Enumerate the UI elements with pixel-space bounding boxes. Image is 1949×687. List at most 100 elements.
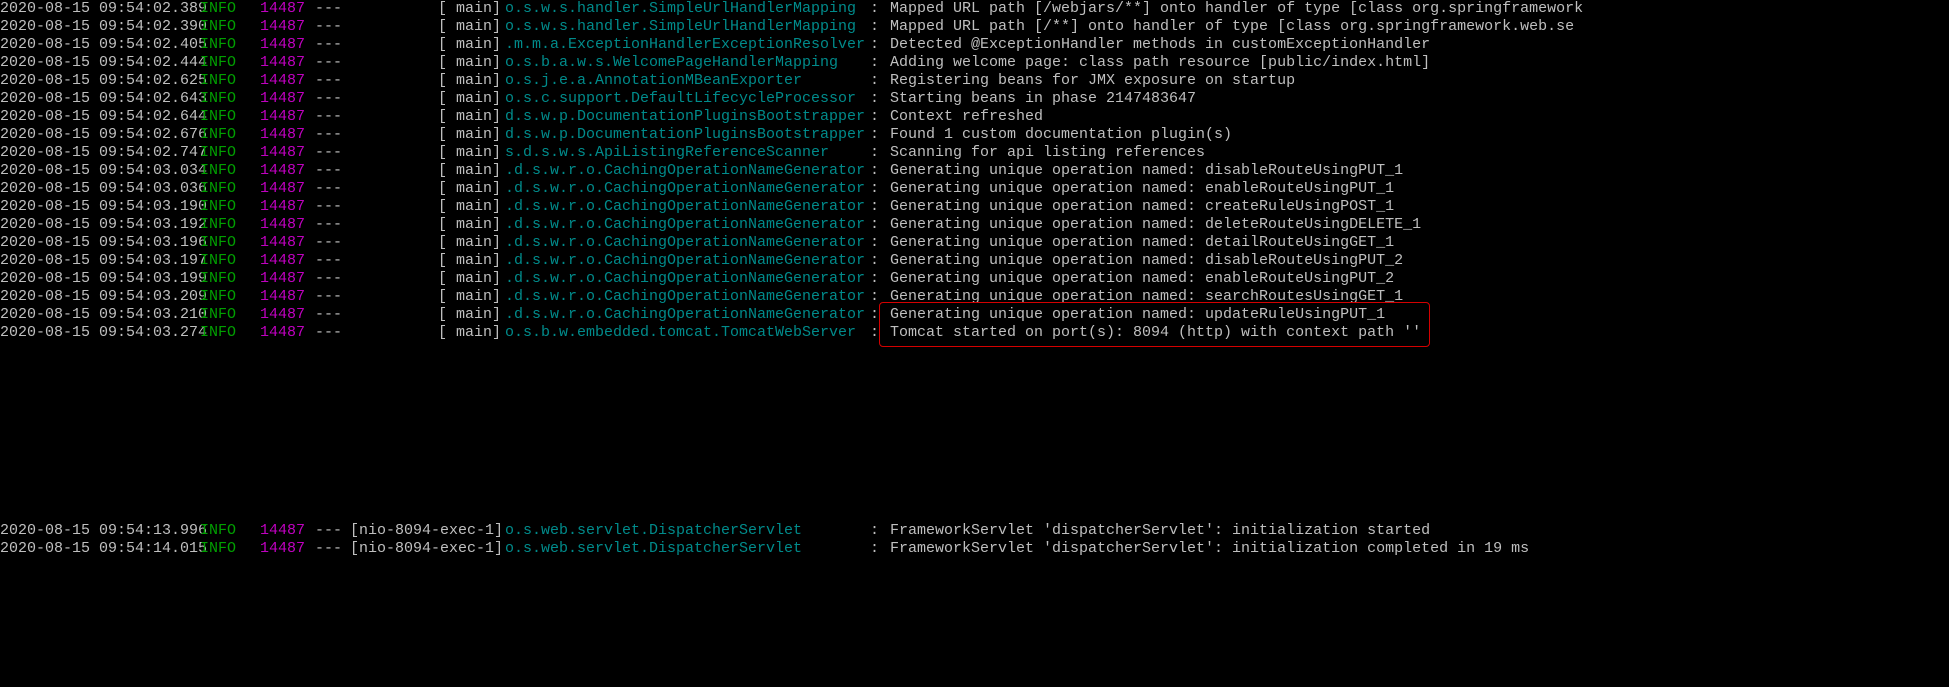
log-timestamp: 2020-08-15 09:54:02.747 xyxy=(0,144,200,162)
log-class: o.s.w.s.handler.SimpleUrlHandlerMapping xyxy=(505,18,870,36)
log-sep: --- xyxy=(315,108,350,126)
log-class: .d.s.w.r.o.CachingOperationNameGenerator xyxy=(505,180,870,198)
log-timestamp: 2020-08-15 09:54:02.625 xyxy=(0,72,200,90)
log-sep: --- xyxy=(315,252,350,270)
log-level: INFO xyxy=(200,306,260,324)
log-message: Scanning for api listing references xyxy=(890,144,1949,162)
log-line: 2020-08-15 09:54:02.625 INFO14487---[ ma… xyxy=(0,72,1949,90)
log-level: INFO xyxy=(200,198,260,216)
log-message: Generating unique operation named: delet… xyxy=(890,216,1949,234)
log-class: o.s.web.servlet.DispatcherServlet xyxy=(505,522,870,540)
log-pid: 14487 xyxy=(260,162,315,180)
log-timestamp: 2020-08-15 09:54:13.996 xyxy=(0,522,200,540)
log-thread: [ main] xyxy=(350,216,505,234)
log-line: 2020-08-15 09:54:03.199 INFO14487---[ ma… xyxy=(0,270,1949,288)
log-sep: --- xyxy=(315,90,350,108)
log-level: INFO xyxy=(200,180,260,198)
log-line: 2020-08-15 09:54:03.036 INFO14487---[ ma… xyxy=(0,180,1949,198)
log-class: .d.s.w.r.o.CachingOperationNameGenerator xyxy=(505,234,870,252)
log-timestamp: 2020-08-15 09:54:02.390 xyxy=(0,18,200,36)
log-pid: 14487 xyxy=(260,324,315,342)
log-colon: : xyxy=(870,180,890,198)
log-thread: [ main] xyxy=(350,0,505,18)
log-line: 2020-08-15 09:54:02.389 INFO14487---[ ma… xyxy=(0,0,1949,18)
log-message: Detected @ExceptionHandler methods in cu… xyxy=(890,36,1949,54)
log-level: INFO xyxy=(200,90,260,108)
log-message: Context refreshed xyxy=(890,108,1949,126)
log-line: 2020-08-15 09:54:03.197 INFO14487---[ ma… xyxy=(0,252,1949,270)
log-timestamp: 2020-08-15 09:54:02.405 xyxy=(0,36,200,54)
log-message: Generating unique operation named: creat… xyxy=(890,198,1949,216)
log-sep: --- xyxy=(315,126,350,144)
log-line: 2020-08-15 09:54:02.643 INFO14487---[ ma… xyxy=(0,90,1949,108)
log-pid: 14487 xyxy=(260,144,315,162)
log-timestamp: 2020-08-15 09:54:03.036 xyxy=(0,180,200,198)
log-message: Generating unique operation named: disab… xyxy=(890,252,1949,270)
log-level: INFO xyxy=(200,324,260,342)
log-class: .d.s.w.r.o.CachingOperationNameGenerator xyxy=(505,252,870,270)
log-timestamp: 2020-08-15 09:54:03.274 xyxy=(0,324,200,342)
log-colon: : xyxy=(870,36,890,54)
log-line: 2020-08-15 09:54:14.015 INFO14487---[nio… xyxy=(0,540,1949,558)
log-thread: [ main] xyxy=(350,90,505,108)
log-class: o.s.b.w.embedded.tomcat.TomcatWebServer xyxy=(505,324,870,342)
log-colon: : xyxy=(870,90,890,108)
log-pid: 14487 xyxy=(260,18,315,36)
log-message: Tomcat started on port(s): 8094 (http) w… xyxy=(890,324,1949,342)
log-level: INFO xyxy=(200,288,260,306)
log-class: .d.s.w.r.o.CachingOperationNameGenerator xyxy=(505,270,870,288)
log-level: INFO xyxy=(200,36,260,54)
log-pid: 14487 xyxy=(260,540,315,558)
log-sep: --- xyxy=(315,0,350,18)
log-colon: : xyxy=(870,522,890,540)
terminal-log[interactable]: 2020-08-15 09:54:02.389 INFO14487---[ ma… xyxy=(0,0,1949,558)
log-timestamp: 2020-08-15 09:54:03.190 xyxy=(0,198,200,216)
log-level: INFO xyxy=(200,54,260,72)
log-line: 2020-08-15 09:54:03.190 INFO14487---[ ma… xyxy=(0,198,1949,216)
log-colon: : xyxy=(870,162,890,180)
log-colon: : xyxy=(870,324,890,342)
log-thread: [ main] xyxy=(350,198,505,216)
log-line: 2020-08-15 09:54:02.644 INFO14487---[ ma… xyxy=(0,108,1949,126)
log-sep: --- xyxy=(315,36,350,54)
log-timestamp: 2020-08-15 09:54:02.444 xyxy=(0,54,200,72)
log-sep: --- xyxy=(315,144,350,162)
log-thread: [ main] xyxy=(350,108,505,126)
log-sep: --- xyxy=(315,288,350,306)
log-level: INFO xyxy=(200,270,260,288)
log-pid: 14487 xyxy=(260,252,315,270)
log-class: .d.s.w.r.o.CachingOperationNameGenerator xyxy=(505,288,870,306)
log-thread: [ main] xyxy=(350,306,505,324)
log-timestamp: 2020-08-15 09:54:02.643 xyxy=(0,90,200,108)
log-colon: : xyxy=(870,288,890,306)
log-timestamp: 2020-08-15 09:54:14.015 xyxy=(0,540,200,558)
log-colon: : xyxy=(870,234,890,252)
log-colon: : xyxy=(870,198,890,216)
log-class: o.s.b.a.w.s.WelcomePageHandlerMapping xyxy=(505,54,870,72)
log-level: INFO xyxy=(200,126,260,144)
log-timestamp: 2020-08-15 09:54:03.199 xyxy=(0,270,200,288)
log-pid: 14487 xyxy=(260,234,315,252)
log-level: INFO xyxy=(200,162,260,180)
log-message: Generating unique operation named: disab… xyxy=(890,162,1949,180)
log-sep: --- xyxy=(315,54,350,72)
log-message: Found 1 custom documentation plugin(s) xyxy=(890,126,1949,144)
log-sep: --- xyxy=(315,270,350,288)
log-timestamp: 2020-08-15 09:54:03.034 xyxy=(0,162,200,180)
log-thread: [ main] xyxy=(350,324,505,342)
log-pid: 14487 xyxy=(260,288,315,306)
log-line: 2020-08-15 09:54:03.192 INFO14487---[ ma… xyxy=(0,216,1949,234)
log-thread: [ main] xyxy=(350,126,505,144)
log-thread: [ main] xyxy=(350,288,505,306)
log-timestamp: 2020-08-15 09:54:03.197 xyxy=(0,252,200,270)
log-colon: : xyxy=(870,108,890,126)
log-pid: 14487 xyxy=(260,270,315,288)
log-thread: [ main] xyxy=(350,162,505,180)
log-level: INFO xyxy=(200,18,260,36)
log-sep: --- xyxy=(315,18,350,36)
log-timestamp: 2020-08-15 09:54:02.644 xyxy=(0,108,200,126)
log-pid: 14487 xyxy=(260,108,315,126)
log-thread: [ main] xyxy=(350,270,505,288)
log-pid: 14487 xyxy=(260,126,315,144)
log-thread: [ main] xyxy=(350,144,505,162)
